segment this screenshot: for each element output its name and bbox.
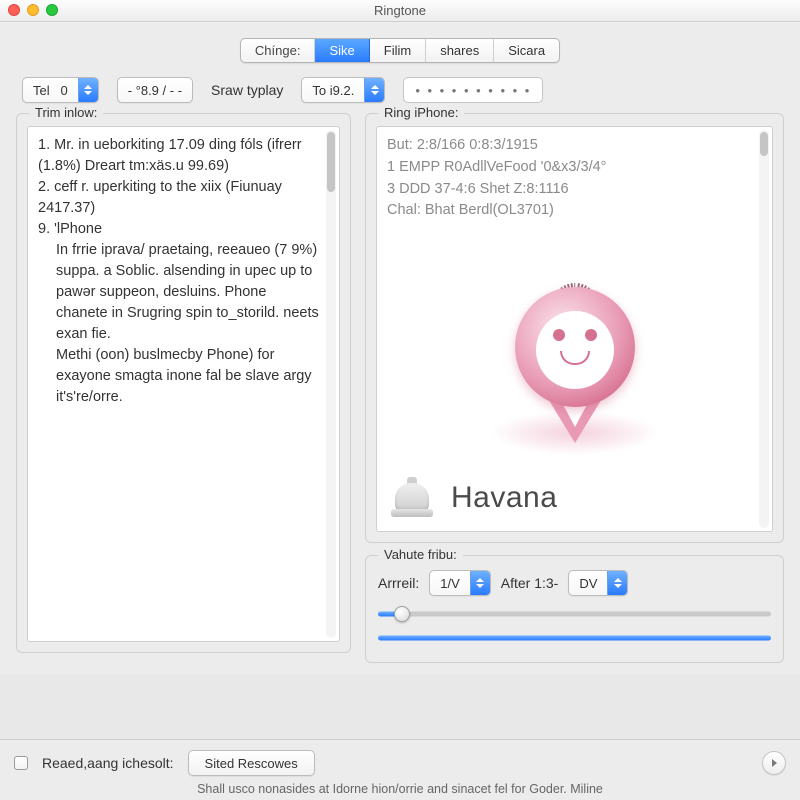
trim-group-title: Trim inlow: — [29, 105, 103, 120]
window-title: Ringtone — [0, 0, 800, 22]
next-round-button[interactable] — [762, 751, 786, 775]
combo-arrows-icon[interactable] — [364, 78, 384, 102]
sited-rescowes-button[interactable]: Sited Rescowes — [188, 750, 315, 776]
ring-line: 1 EMPP R0AdllVeFood '0&x3/3/4° — [387, 157, 756, 179]
after-label: After 1:3- — [501, 575, 559, 591]
after-combo[interactable]: DV — [568, 570, 628, 596]
tab-bar: Chínge: Sike Filim shares Sicara — [240, 38, 560, 63]
to-combo[interactable]: To i9.2. — [301, 77, 385, 103]
volume-group: Vahute fribu: Arrreil: 1/V After 1:3- DV — [365, 555, 784, 663]
slider-knob-icon[interactable] — [394, 606, 410, 622]
tel-stepper[interactable]: Tel 0 — [22, 77, 99, 103]
tab-filim[interactable]: Filim — [370, 39, 426, 62]
volume-slider-2[interactable] — [378, 630, 771, 646]
trim-line: Methi (oon) buslmecby Phone) for exayone… — [38, 345, 321, 408]
trim-line: 9. 'lPhone — [38, 219, 321, 240]
trim-group: Trim inlow: 1. Mr. in ueborkiting 17.09 … — [16, 113, 351, 653]
tab-sicara[interactable]: Sicara — [494, 39, 559, 62]
range-field[interactable]: - °8.9 / - - — [117, 77, 193, 103]
footer: Reaed,aang ichesolt: Sited Rescowes Shal… — [0, 739, 800, 800]
footer-check-label: Reaed,aang ichesolt: — [42, 755, 174, 771]
trim-line: 1. Mr. in ueborkiting 17.09 ding fóls (i… — [38, 135, 321, 177]
ring-group-title: Ring iPhone: — [378, 105, 464, 120]
ring-line: Chal: Bhat Berdl(OL3701) — [387, 200, 756, 222]
trim-line: 2. ceff r. uperkiting to the xiix (Fiunu… — [38, 177, 321, 219]
trim-line: In frrie iprava/ praetaing, reeaueo (7 9… — [38, 240, 321, 345]
volume-slider[interactable] — [378, 606, 771, 622]
ringtone-artwork — [377, 237, 772, 481]
combo-arrows-icon[interactable] — [470, 571, 490, 595]
footer-checkbox[interactable] — [14, 756, 28, 770]
stepper-arrows-icon[interactable] — [78, 78, 98, 102]
ring-line: But: 2:8/166 0:8:3/1915 — [387, 135, 756, 157]
tab-sike[interactable]: Sike — [315, 39, 369, 62]
ring-pane[interactable]: But: 2:8/166 0:8:3/1915 1 EMPP R0AdllVeF… — [376, 126, 773, 532]
titlebar: Ringtone — [0, 0, 800, 22]
ringtone-name: Havana — [451, 481, 557, 515]
footer-subtext: Shall usco nonasides at Idorne hion/orri… — [14, 782, 786, 796]
ring-group: Ring iPhone: But: 2:8/166 0:8:3/1915 1 E… — [365, 113, 784, 543]
arrrel-combo[interactable]: 1/V — [429, 570, 491, 596]
trim-textpane[interactable]: 1. Mr. in ueborkiting 17.09 ding fóls (i… — [27, 126, 340, 642]
volume-group-title: Vahute fribu: — [378, 547, 463, 562]
bell-icon — [391, 475, 433, 521]
tab-shares[interactable]: shares — [426, 39, 494, 62]
arrrel-label: Arrreil: — [378, 575, 419, 591]
ring-line: 3 DDD 37-4:6 Shet Z:8:1116 — [387, 179, 756, 201]
scrollbar[interactable] — [759, 130, 769, 528]
tab-label: Chínge: — [241, 39, 316, 62]
combo-arrows-icon[interactable] — [607, 571, 627, 595]
password-dots-field[interactable]: • • • • • • • • • • — [403, 77, 543, 103]
chevron-right-icon — [772, 759, 777, 767]
scrollbar[interactable] — [326, 130, 336, 638]
spray-label: Sraw typlay — [211, 82, 283, 98]
